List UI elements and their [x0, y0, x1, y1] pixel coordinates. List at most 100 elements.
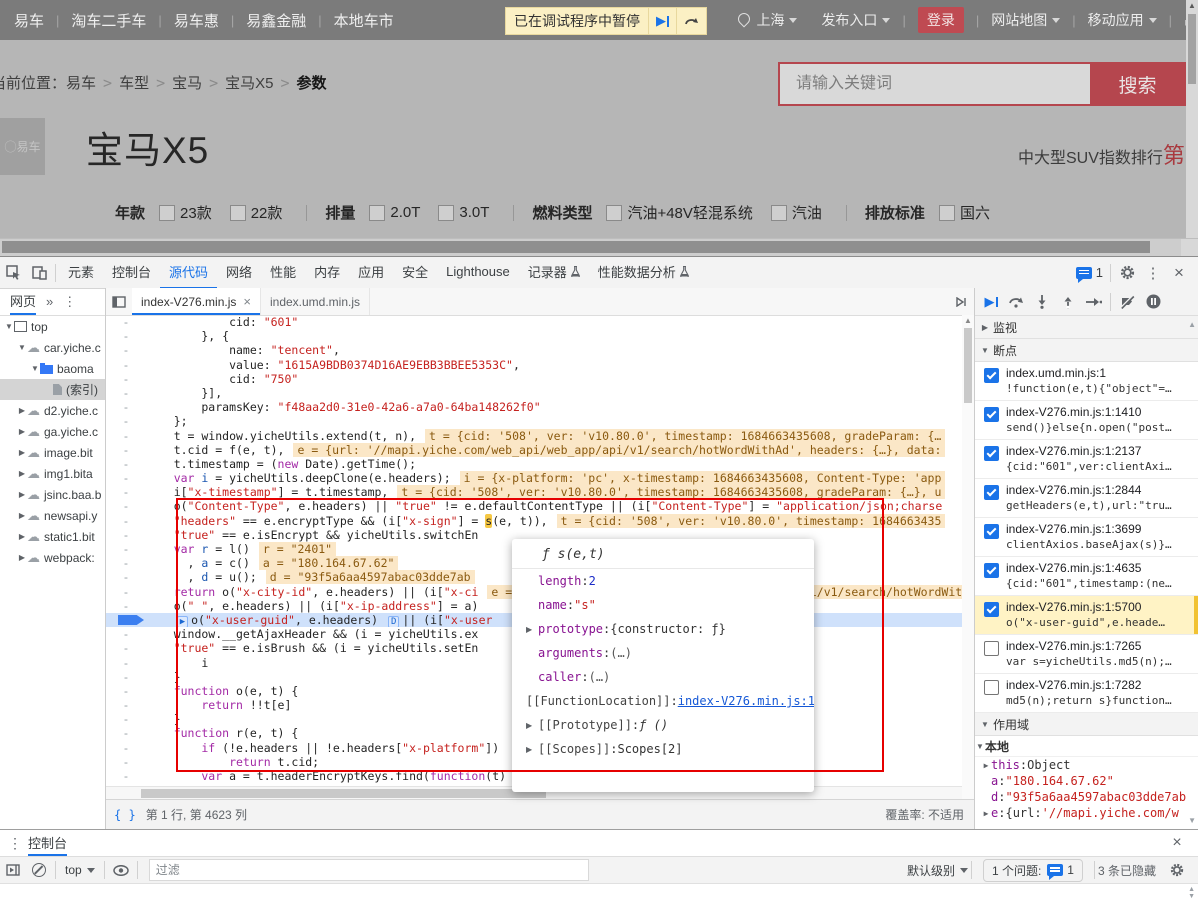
disclosure-open-icon[interactable]: ▼	[17, 343, 27, 352]
disclosure-closed-icon[interactable]: ▶	[981, 761, 991, 770]
tree-item-newsapiy[interactable]: ▶ ☁ newsapi.y	[0, 505, 105, 526]
page-vertical-scrollbar[interactable]: ▲	[1186, 0, 1198, 238]
code-line[interactable]: - t.cid = f(e, t), e = {url: '//mapi.yiche…	[106, 442, 974, 457]
line-gutter[interactable]: -	[106, 386, 146, 400]
code-line[interactable]: - cid: "750"	[106, 372, 974, 386]
disclosure-closed-icon[interactable]: ▶	[526, 721, 538, 730]
step-out-icon[interactable]	[1055, 290, 1081, 314]
line-gutter[interactable]: -	[106, 726, 146, 740]
editor-tab-index.umd.min.js[interactable]: index.umd.min.js	[260, 288, 371, 315]
navigator-tab-page[interactable]: 网页	[10, 288, 37, 315]
code-line[interactable]: -t = window.yicheUtils.extend(t, n), t = …	[106, 428, 974, 443]
settings-gear-icon[interactable]	[1114, 261, 1140, 285]
resume-script-icon[interactable]: ▶	[979, 290, 1003, 314]
tree-item-jsincbaab[interactable]: ▶ ☁ jsinc.baa.b	[0, 484, 105, 505]
filter-option[interactable]: 22款	[229, 202, 282, 223]
scrollbar-thumb[interactable]	[2, 241, 1150, 253]
console-sidebar-icon[interactable]	[0, 858, 26, 882]
devtools-tab-安全[interactable]: 安全	[393, 257, 437, 289]
tree-item-webpack[interactable]: ▶ ☁ webpack:	[0, 547, 105, 568]
filter-option[interactable]: 国六	[938, 202, 990, 223]
topnav-item[interactable]: 本地车市	[334, 10, 394, 31]
disclosure-closed-icon[interactable]: ▶	[17, 490, 27, 499]
checkbox-icon[interactable]	[369, 204, 386, 221]
line-gutter[interactable]: -	[106, 542, 146, 556]
disclosure-closed-icon[interactable]: ▶	[17, 427, 27, 436]
breakpoint-entry[interactable]: index-V276.min.js:1:2137 {cid:"601",ver:c…	[975, 440, 1198, 479]
pretty-print-icon[interactable]: { }	[114, 808, 136, 822]
scrollbar-thumb[interactable]	[1188, 14, 1196, 84]
devtools-tab-记录器[interactable]: 记录器	[519, 257, 589, 289]
tree-item-d2yichec[interactable]: ▶ ☁ d2.yiche.c	[0, 400, 105, 421]
line-gutter[interactable]: -	[106, 627, 146, 641]
code-line[interactable]: - value: "1615A9BDB0374D16AE9EBB3BBEE5353…	[106, 358, 974, 372]
tree-item-caryichec[interactable]: ▼ ☁ car.yiche.c	[0, 337, 105, 358]
issues-chip[interactable]: 1 个问题: 1	[982, 858, 1083, 882]
breakpoint-checkbox[interactable]	[984, 563, 999, 578]
line-gutter[interactable]: -	[106, 599, 146, 613]
filter-option[interactable]: 汽油	[770, 202, 822, 223]
console-scroll-arrows[interactable]: ▲ ▼	[1188, 886, 1195, 900]
breakpoint-entry[interactable]: index-V276.min.js:1:1410 send()}else{n.op…	[975, 401, 1198, 440]
disclosure-closed-icon[interactable]: ▶	[981, 809, 991, 818]
devtools-tab-元素[interactable]: 元素	[59, 257, 103, 289]
console-tab[interactable]: 控制台	[28, 830, 68, 856]
disclosure-closed-icon[interactable]: ▶	[17, 553, 27, 562]
line-gutter[interactable]: -	[106, 443, 146, 457]
breakpoint-checkbox[interactable]	[984, 524, 999, 539]
disclosure-closed-icon[interactable]: ▶	[17, 448, 27, 457]
line-gutter[interactable]: -	[106, 400, 146, 414]
line-gutter[interactable]: -	[106, 372, 146, 386]
line-gutter[interactable]: -	[106, 585, 146, 599]
scope-variable[interactable]: ▶ this: Object	[975, 757, 1198, 773]
topnav-item[interactable]: 易鑫金融	[246, 10, 306, 31]
publish-entry-menu[interactable]: 发布入口	[821, 10, 891, 30]
editor-overflow-icon[interactable]	[948, 288, 974, 315]
line-gutter[interactable]: -	[106, 670, 146, 684]
toggle-navigator-icon[interactable]	[106, 288, 132, 315]
line-gutter[interactable]: -	[106, 698, 146, 712]
scope-variable[interactable]: ▶ e: {url: '//mapi.yiche.com/w	[975, 805, 1198, 821]
line-gutter[interactable]: -	[106, 712, 146, 726]
code-line[interactable]: - cid: "601"	[106, 315, 974, 329]
line-gutter[interactable]: -	[106, 471, 146, 485]
line-gutter[interactable]: -	[106, 755, 146, 769]
filter-option[interactable]: 汽油+48V轻混系统	[606, 202, 753, 223]
disclosure-closed-icon[interactable]: ▶	[17, 406, 27, 415]
property-value[interactable]: index-V276.min.js:1	[678, 694, 814, 708]
code-line[interactable]: - name: "tencent",	[106, 343, 974, 357]
disclosure-closed-icon[interactable]: ▶	[526, 745, 538, 754]
line-gutter[interactable]: -	[106, 613, 146, 627]
checkbox-icon[interactable]	[438, 204, 455, 221]
editor-vertical-scrollbar[interactable]: ▲	[962, 315, 974, 800]
breadcrumb-item[interactable]: 车型	[119, 75, 149, 92]
page-horizontal-scrollbar[interactable]	[0, 238, 1198, 256]
line-gutter[interactable]: -	[106, 528, 146, 542]
breakpoint-entry[interactable]: index.umd.min.js:1 !function(e,t){"object…	[975, 362, 1198, 401]
code-line[interactable]: - "headers" == e.encryptType && (i["x-sig…	[106, 513, 974, 528]
disclosure-closed-icon[interactable]: ▶	[17, 532, 27, 541]
code-line[interactable]: -}, {	[106, 329, 974, 343]
navigator-kebab-icon[interactable]: ⋮	[63, 294, 76, 310]
city-selector[interactable]: 上海	[735, 10, 798, 30]
inspect-element-icon[interactable]	[0, 261, 26, 285]
close-drawer-icon[interactable]: ×	[1164, 831, 1190, 855]
code-line[interactable]: - i["x-timestamp"] = t.timestamp, t = {cid…	[106, 485, 974, 500]
breakpoint-checkbox[interactable]	[984, 680, 999, 695]
banner-step-over-button[interactable]	[676, 8, 706, 34]
drawer-kebab-icon[interactable]: ⋮	[2, 831, 28, 855]
code-line[interactable]: - var i = yicheUtils.deepClone(e.headers)…	[106, 471, 974, 486]
tree-item-gayichec[interactable]: ▶ ☁ ga.yiche.c	[0, 421, 105, 442]
console-messages-area[interactable]: ▲ ▼	[0, 884, 1198, 902]
step-over-icon[interactable]	[1003, 290, 1029, 314]
issues-counter[interactable]: 1	[1072, 261, 1107, 285]
line-gutter[interactable]: -	[106, 769, 146, 783]
editor-tab-index-V276.min.js[interactable]: index-V276.min.js ×	[132, 288, 261, 315]
devtools-tab-内存[interactable]: 内存	[305, 257, 349, 289]
devtools-tab-性能[interactable]: 性能	[261, 257, 305, 289]
devtools-tab-源代码[interactable]: 源代码	[160, 257, 218, 289]
line-gutter[interactable]: -	[106, 358, 146, 372]
breakpoint-checkbox[interactable]	[984, 485, 999, 500]
line-gutter[interactable]: -	[106, 570, 146, 584]
filter-option[interactable]: 23款	[159, 202, 212, 223]
